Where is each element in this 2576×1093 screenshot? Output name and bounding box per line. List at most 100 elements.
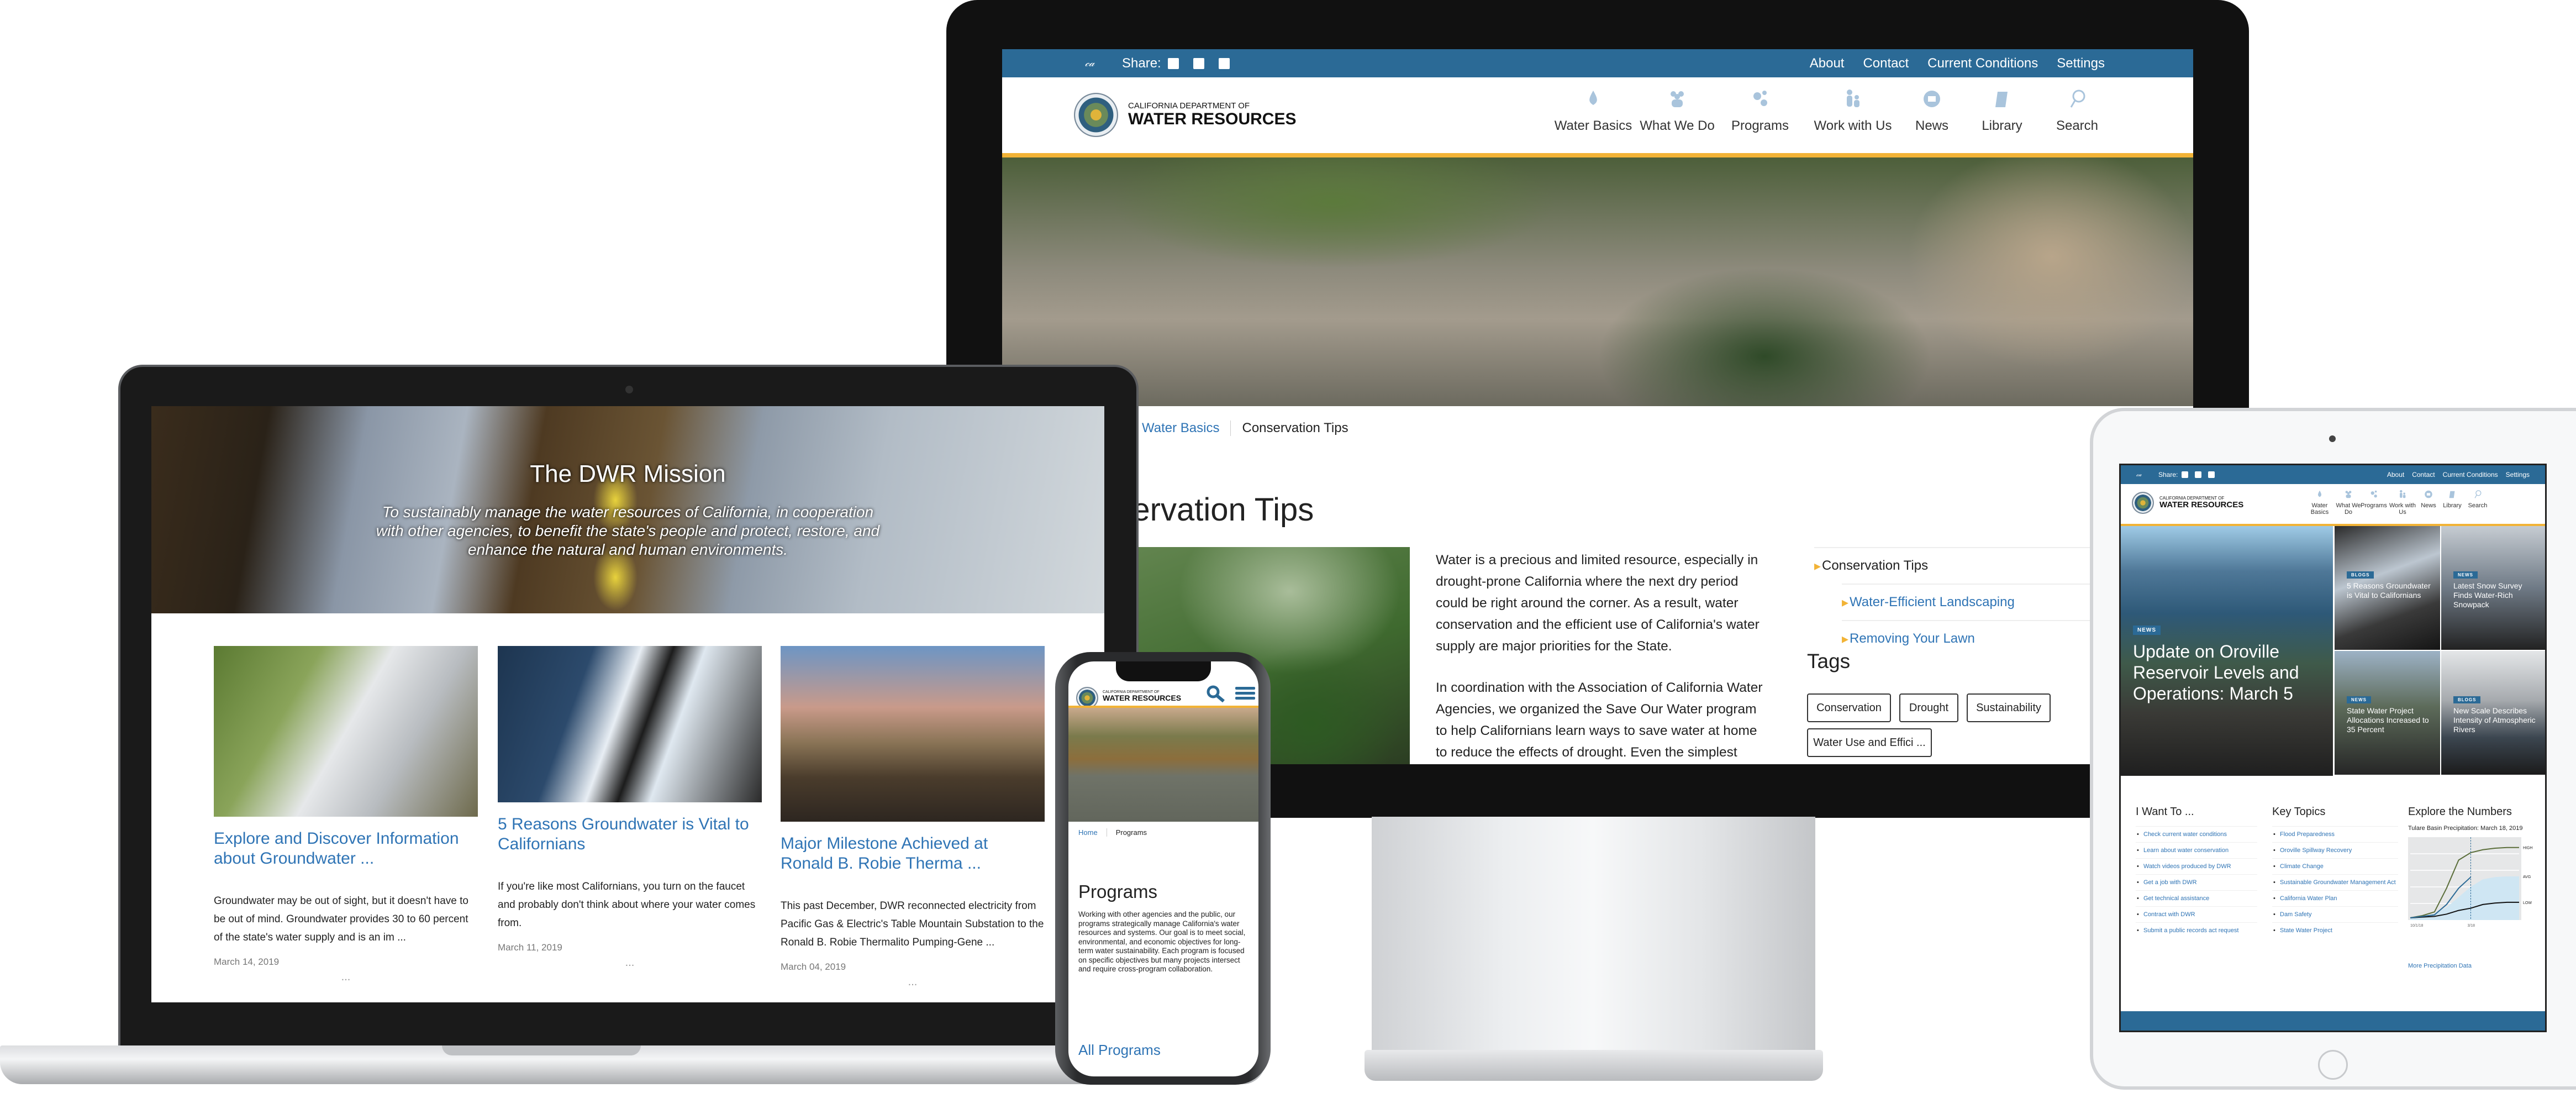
precipitation-chart[interactable]: HIGH AVG LOW 10/1/18 3/18 xyxy=(2408,837,2541,937)
book-icon xyxy=(1995,92,2008,107)
brand-name[interactable]: CALIFORNIA DEPARTMENT OF WATER RESOURCES xyxy=(2159,496,2243,509)
tag-water-use[interactable]: Water Use and Effici ... xyxy=(1807,728,1932,757)
tablet-home-button[interactable] xyxy=(2318,1050,2348,1080)
explore-numbers-column: Explore the Numbers Tulare Basin Precipi… xyxy=(2408,806,2541,969)
chart-title: Tulare Basin Precipitation: March 18, 20… xyxy=(2408,825,2523,832)
people-icon xyxy=(2400,490,2406,498)
article-body: Water is a precious and limited resource… xyxy=(1436,549,1767,764)
dwr-seal-logo[interactable] xyxy=(1074,93,1118,137)
category-badge: BLOGS xyxy=(2347,571,2374,579)
nav-programs[interactable]: Programs xyxy=(2357,490,2390,509)
x-tick-label: 3/18 xyxy=(2467,924,2475,928)
nav-water-basics[interactable]: Water Basics xyxy=(1549,88,1637,134)
news-card-date: March 04, 2019 xyxy=(781,961,846,972)
nav-water-basics[interactable]: Water Basics xyxy=(2303,490,2336,516)
more-dots[interactable]: ... xyxy=(498,957,762,969)
share-label: Share: xyxy=(1122,55,1161,71)
news-card-title[interactable]: Explore and Discover Information about G… xyxy=(214,829,478,869)
calendar-icon xyxy=(1924,91,1940,107)
quick-link[interactable]: Learn about water conservation xyxy=(2136,842,2257,858)
quick-link[interactable]: California Water Plan xyxy=(2272,890,2398,906)
utility-link-settings[interactable]: Settings xyxy=(2506,471,2530,479)
twitter-icon[interactable] xyxy=(2195,471,2201,478)
utility-link-current-conditions[interactable]: Current Conditions xyxy=(2443,471,2498,479)
news-card-title[interactable]: 5 Reasons Groundwater is Vital to Califo… xyxy=(498,815,762,854)
page-title: Programs xyxy=(1078,881,1158,902)
utility-link-current-conditions[interactable]: Current Conditions xyxy=(1927,56,2038,71)
nav-search[interactable]: Search xyxy=(2033,88,2121,134)
article-paragraph: In coordination with the Association of … xyxy=(1436,680,1763,760)
utility-link-about[interactable]: About xyxy=(1810,56,1845,71)
utility-link-contact[interactable]: Contact xyxy=(2412,471,2435,479)
news-card: 5 Reasons Groundwater is Vital to Califo… xyxy=(498,646,762,969)
quick-link[interactable]: Oroville Spillway Recovery xyxy=(2272,842,2398,858)
tag-conservation[interactable]: Conservation xyxy=(1807,693,1891,722)
quick-link[interactable]: State Water Project xyxy=(2272,922,2398,938)
breadcrumb-water-basics[interactable]: Water Basics xyxy=(1142,421,1219,436)
quick-link[interactable]: Sustainable Groundwater Management Act xyxy=(2272,874,2398,890)
google-plus-icon[interactable] xyxy=(2208,471,2215,478)
ca-gov-logo[interactable]: 𝒸𝒶 xyxy=(2136,472,2142,478)
book-icon xyxy=(2449,491,2455,498)
quick-link[interactable]: Climate Change xyxy=(2272,858,2398,874)
news-tile[interactable]: NEWS State Water Project Allocations Incr… xyxy=(2335,651,2440,775)
share-icons xyxy=(1168,57,1230,69)
featured-title: Update on Oroville Reservoir Levels and … xyxy=(2133,642,2299,703)
quick-link[interactable]: Contract with DWR xyxy=(2136,906,2257,922)
tablet-camera xyxy=(2329,435,2336,442)
news-tile[interactable]: BLOGS New Scale Describes Intensity of At… xyxy=(2441,651,2545,775)
hamburger-menu-icon[interactable] xyxy=(1235,686,1255,701)
quick-link[interactable]: Check current water conditions xyxy=(2136,826,2257,842)
nav-search[interactable]: Search xyxy=(2461,490,2494,509)
news-tile[interactable]: NEWS Latest Snow Survey Finds Water-Rich … xyxy=(2441,526,2545,650)
tag-drought[interactable]: Drought xyxy=(1899,693,1958,722)
tags-heading: Tags xyxy=(1807,650,1851,672)
brand-name[interactable]: CALIFORNIA DEPARTMENT OF WATER RESOURCES xyxy=(1103,690,1181,702)
utility-link-contact[interactable]: Contact xyxy=(1863,56,1909,71)
breadcrumb-home[interactable]: Home xyxy=(1078,828,1098,837)
google-plus-icon[interactable] xyxy=(1219,57,1230,69)
search-icon[interactable] xyxy=(1205,685,1226,702)
quick-link[interactable]: Submit a public records act request xyxy=(2136,922,2257,938)
news-tile[interactable]: BLOGS 5 Reasons Groundwater is Vital to C… xyxy=(2335,526,2440,650)
utility-link-about[interactable]: About xyxy=(2387,471,2404,479)
quick-link[interactable]: Watch videos produced by DWR xyxy=(2136,858,2257,874)
facebook-icon[interactable] xyxy=(1168,57,1179,69)
key-topics-column: Key TopicsFlood PreparednessOroville Spi… xyxy=(2272,806,2398,938)
news-card-description: Groundwater may be out of sight, but it … xyxy=(214,895,468,943)
quick-link[interactable]: Get technical assistance xyxy=(2136,890,2257,906)
nav-what-we-do[interactable]: What We Do xyxy=(1633,88,1721,134)
quick-link[interactable]: Get a job with DWR xyxy=(2136,874,2257,890)
news-card-image[interactable] xyxy=(214,646,478,817)
utility-links: About Contact Current Conditions Settings xyxy=(2387,471,2530,479)
all-programs-link[interactable]: All Programs xyxy=(1078,1042,1161,1059)
news-card-image[interactable] xyxy=(781,646,1045,822)
nav-work-with-us[interactable]: Work with Us xyxy=(1809,88,1897,134)
nav-programs[interactable]: Programs xyxy=(1716,88,1804,134)
laptop-camera xyxy=(625,386,633,393)
category-badge: BLOGS xyxy=(2453,696,2481,703)
more-dots[interactable]: ... xyxy=(781,976,1045,989)
aqueduct-hero-image xyxy=(1068,708,1258,822)
quick-link[interactable]: Dam Safety xyxy=(2272,906,2398,922)
category-badge: NEWS xyxy=(2453,571,2478,579)
tile-title: New Scale Describes Intensity of Atmosph… xyxy=(2453,706,2536,734)
gears-icon xyxy=(2370,490,2377,498)
tag-sustainability[interactable]: Sustainability xyxy=(1967,693,2051,722)
quick-link[interactable]: Flood Preparedness xyxy=(2272,826,2398,842)
brand-name[interactable]: CALIFORNIA DEPARTMENT OF WATER RESOURCES xyxy=(1128,102,1296,128)
dwr-seal-logo[interactable] xyxy=(2132,492,2154,514)
twitter-icon[interactable] xyxy=(1193,57,1204,69)
featured-news-tile[interactable]: NEWS Update on Oroville Reservoir Levels… xyxy=(2121,526,2333,776)
line-label-high: HIGH xyxy=(2523,847,2533,850)
facebook-icon[interactable] xyxy=(2182,471,2188,478)
utility-link-settings[interactable]: Settings xyxy=(2057,56,2105,71)
monitor-stand-base xyxy=(1365,1050,1823,1081)
news-card-title[interactable]: Major Milestone Achieved at Ronald B. Ro… xyxy=(781,834,1045,874)
ca-gov-logo[interactable]: 𝒸𝒶 xyxy=(1085,57,1094,69)
search-icon xyxy=(2474,490,2482,498)
more-dots[interactable]: ... xyxy=(214,971,478,984)
more-precipitation-link[interactable]: More Precipitation Data xyxy=(2408,963,2541,969)
monitor-stand xyxy=(1372,817,1815,1054)
news-card-image[interactable] xyxy=(498,646,762,802)
